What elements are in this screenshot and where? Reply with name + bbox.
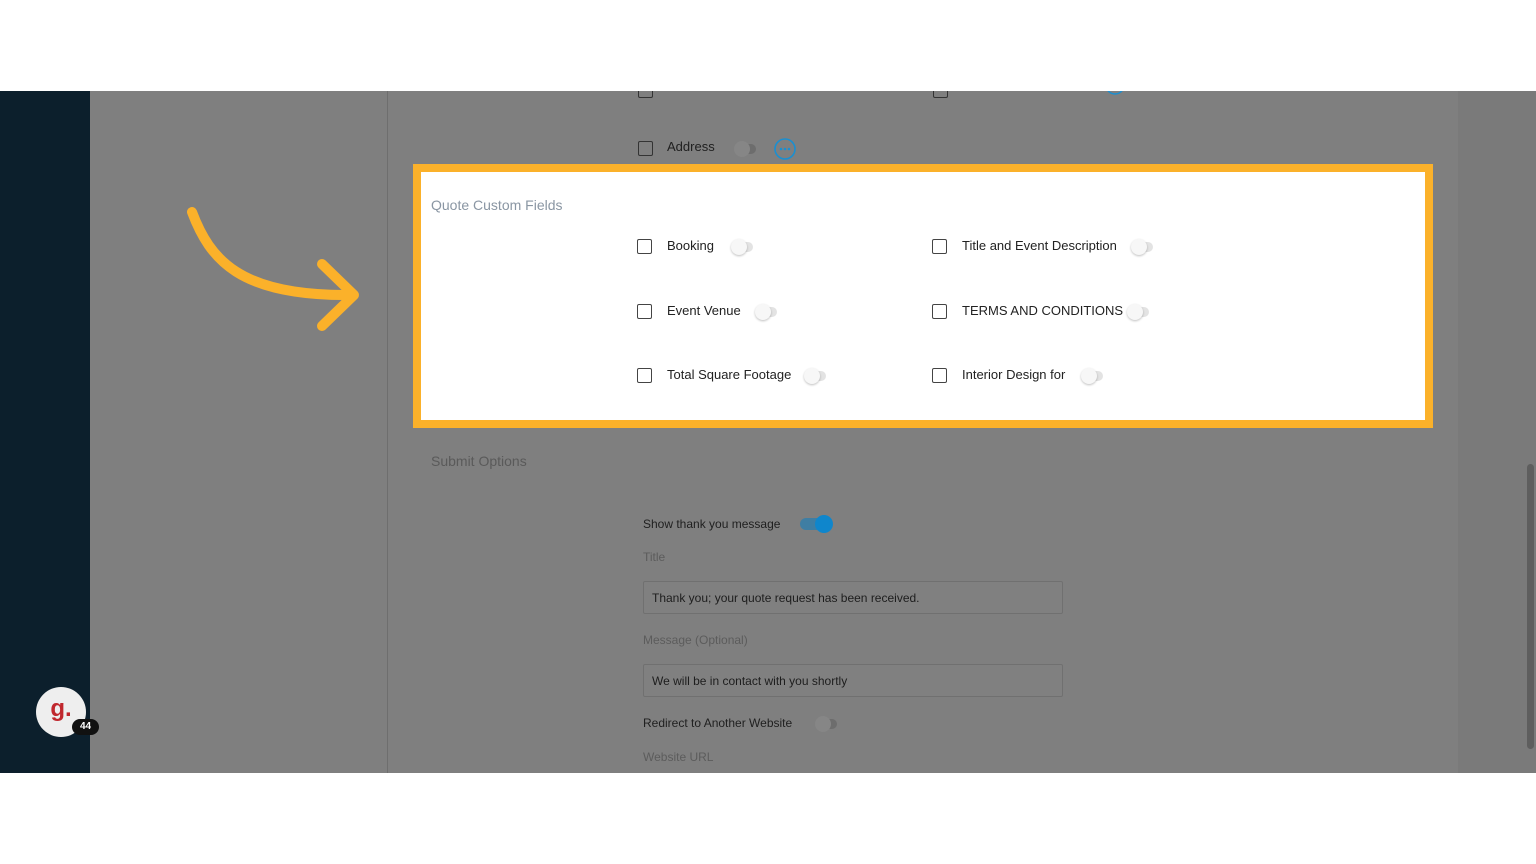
more-options-icon[interactable] [773, 137, 797, 161]
checkbox-cut-right[interactable] [933, 91, 948, 98]
submit-options-title: Submit Options [431, 453, 527, 469]
right-gutter [1458, 91, 1536, 773]
annotation-arrow-icon [187, 207, 359, 331]
message-field-label: Message (Optional) [643, 633, 748, 647]
terms-and-conditions-label: TERMS AND CONDITIONS [962, 303, 1124, 318]
more-options-icon-cut[interactable] [1104, 91, 1126, 97]
total-square-footage-toggle[interactable] [804, 368, 826, 384]
app-sidebar [0, 91, 90, 773]
title-field-label: Title [643, 550, 666, 564]
booking-checkbox[interactable] [637, 239, 652, 254]
title-event-description-checkbox[interactable] [932, 239, 947, 254]
checkbox-cut-left[interactable] [638, 91, 653, 98]
event-venue-label: Event Venue [667, 303, 741, 318]
event-venue-checkbox[interactable] [637, 304, 652, 319]
interior-design-for-checkbox[interactable] [932, 368, 947, 383]
title-input[interactable]: Thank you; your quote request has been r… [643, 581, 1063, 614]
quote-custom-fields-section: Quote Custom Fields Booking Title and Ev… [413, 164, 1433, 428]
address-checkbox[interactable] [638, 141, 653, 156]
terms-and-conditions-toggle[interactable] [1127, 304, 1149, 320]
booking-toggle[interactable] [731, 239, 753, 255]
total-square-footage-checkbox[interactable] [637, 368, 652, 383]
show-thank-you-toggle[interactable] [800, 515, 833, 533]
interior-design-for-label: Interior Design for [962, 367, 1066, 382]
message-input[interactable]: We will be in contact with you shortly [643, 664, 1063, 697]
title-event-description-label: Title and Event Description [962, 238, 1117, 253]
booking-label: Booking [667, 238, 714, 253]
show-thank-you-label: Show thank you message [643, 517, 781, 531]
redirect-label: Redirect to Another Website [643, 716, 793, 730]
interior-design-for-toggle[interactable] [1081, 368, 1103, 384]
address-toggle[interactable] [734, 141, 756, 157]
redirect-toggle[interactable] [815, 716, 837, 732]
settings-nav-panel [90, 91, 388, 773]
quote-custom-fields-title: Quote Custom Fields [431, 197, 563, 213]
website-url-label: Website URL [643, 750, 714, 764]
total-square-footage-label: Total Square Footage [667, 367, 792, 382]
scrollbar-thumb[interactable] [1527, 464, 1534, 749]
event-venue-toggle[interactable] [755, 304, 777, 320]
notification-badge: 44 [72, 719, 99, 735]
title-event-description-toggle[interactable] [1131, 239, 1153, 255]
address-label: Address [667, 139, 715, 154]
terms-and-conditions-checkbox[interactable] [932, 304, 947, 319]
